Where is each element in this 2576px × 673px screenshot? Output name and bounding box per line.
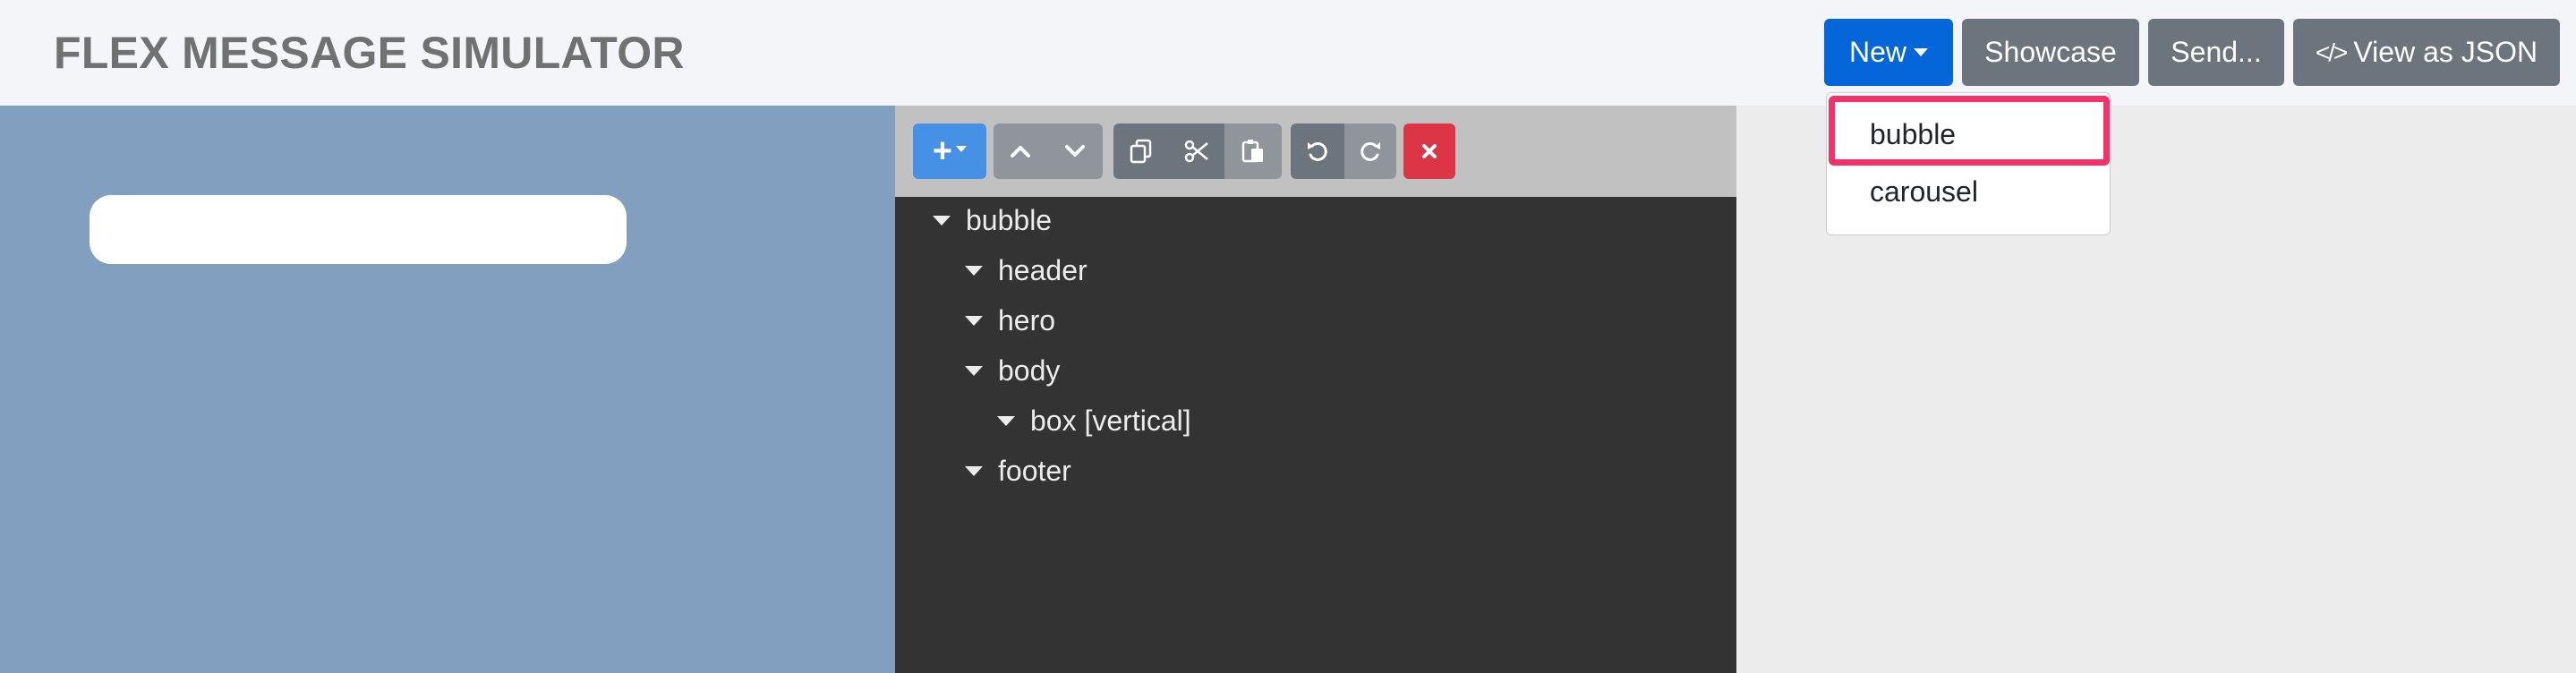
paste-button[interactable] bbox=[1224, 124, 1282, 179]
move-down-button[interactable] bbox=[1047, 124, 1103, 179]
new-button-label: New bbox=[1848, 36, 1906, 68]
tree-item-bubble[interactable]: bubble bbox=[933, 204, 1052, 237]
undo-button[interactable] bbox=[1291, 124, 1344, 179]
editor-panel: + bubble header hero body box [vertical]… bbox=[895, 106, 1736, 673]
preview-panel bbox=[0, 106, 895, 673]
plus-icon: + bbox=[932, 132, 953, 170]
undo-icon bbox=[1308, 141, 1327, 161]
copy-button[interactable] bbox=[1113, 124, 1169, 179]
tree-item-label: footer bbox=[998, 455, 1071, 487]
move-up-button[interactable] bbox=[994, 124, 1047, 179]
caret-down-icon bbox=[997, 416, 1015, 426]
add-component-button[interactable]: + bbox=[913, 124, 986, 179]
tree-item-hero[interactable]: hero bbox=[965, 304, 1055, 337]
view-as-json-button[interactable]: </> View as JSON bbox=[2293, 19, 2560, 86]
delete-button[interactable] bbox=[1403, 124, 1455, 179]
tree-item-footer[interactable]: footer bbox=[965, 455, 1071, 488]
close-icon bbox=[1422, 144, 1437, 158]
paste-icon bbox=[1241, 140, 1263, 163]
chevron-down-icon bbox=[1065, 145, 1085, 157]
caret-down-icon bbox=[965, 266, 983, 276]
copy-icon bbox=[1130, 139, 1152, 164]
bubble-preview[interactable] bbox=[90, 195, 627, 264]
scissors-icon bbox=[1184, 140, 1208, 163]
redo-button[interactable] bbox=[1344, 124, 1396, 179]
tree-item-label: body bbox=[998, 354, 1061, 387]
app-header: FLEX MESSAGE SIMULATOR New Showcase Send… bbox=[0, 0, 2576, 106]
caret-down-icon bbox=[965, 466, 983, 476]
tree-item-label: hero bbox=[998, 304, 1056, 336]
highlight-box bbox=[1829, 96, 2110, 166]
tree-item-label: header bbox=[998, 254, 1088, 286]
tree-item-header[interactable]: header bbox=[965, 254, 1088, 287]
tree-item-body[interactable]: body bbox=[965, 354, 1060, 388]
tree-item-label: bubble bbox=[966, 204, 1053, 236]
tree-item-label: box [vertical] bbox=[1030, 405, 1191, 437]
redo-icon bbox=[1361, 141, 1380, 161]
tree-item-box-vertical[interactable]: box [vertical] bbox=[997, 405, 1191, 438]
showcase-button-label: Showcase bbox=[1984, 36, 2117, 68]
app-title: FLEX MESSAGE SIMULATOR bbox=[54, 28, 685, 78]
send-button[interactable]: Send... bbox=[2148, 19, 2284, 86]
cut-button[interactable] bbox=[1169, 124, 1224, 179]
chevron-down-icon bbox=[956, 145, 968, 152]
caret-down-icon bbox=[965, 316, 983, 326]
view-as-json-label: View as JSON bbox=[2353, 36, 2538, 68]
caret-down-icon bbox=[933, 216, 951, 226]
menu-item-carousel[interactable]: carousel bbox=[1870, 175, 1978, 209]
editor-toolbar: + bbox=[895, 106, 1736, 197]
caret-down-icon bbox=[965, 366, 983, 376]
new-button[interactable]: New bbox=[1824, 19, 1953, 86]
send-button-label: Send... bbox=[2171, 36, 2262, 68]
code-icon: </> bbox=[2315, 38, 2349, 66]
chevron-down-icon bbox=[1914, 48, 1928, 56]
chevron-up-icon bbox=[1011, 146, 1030, 158]
showcase-button[interactable]: Showcase bbox=[1962, 19, 2139, 86]
